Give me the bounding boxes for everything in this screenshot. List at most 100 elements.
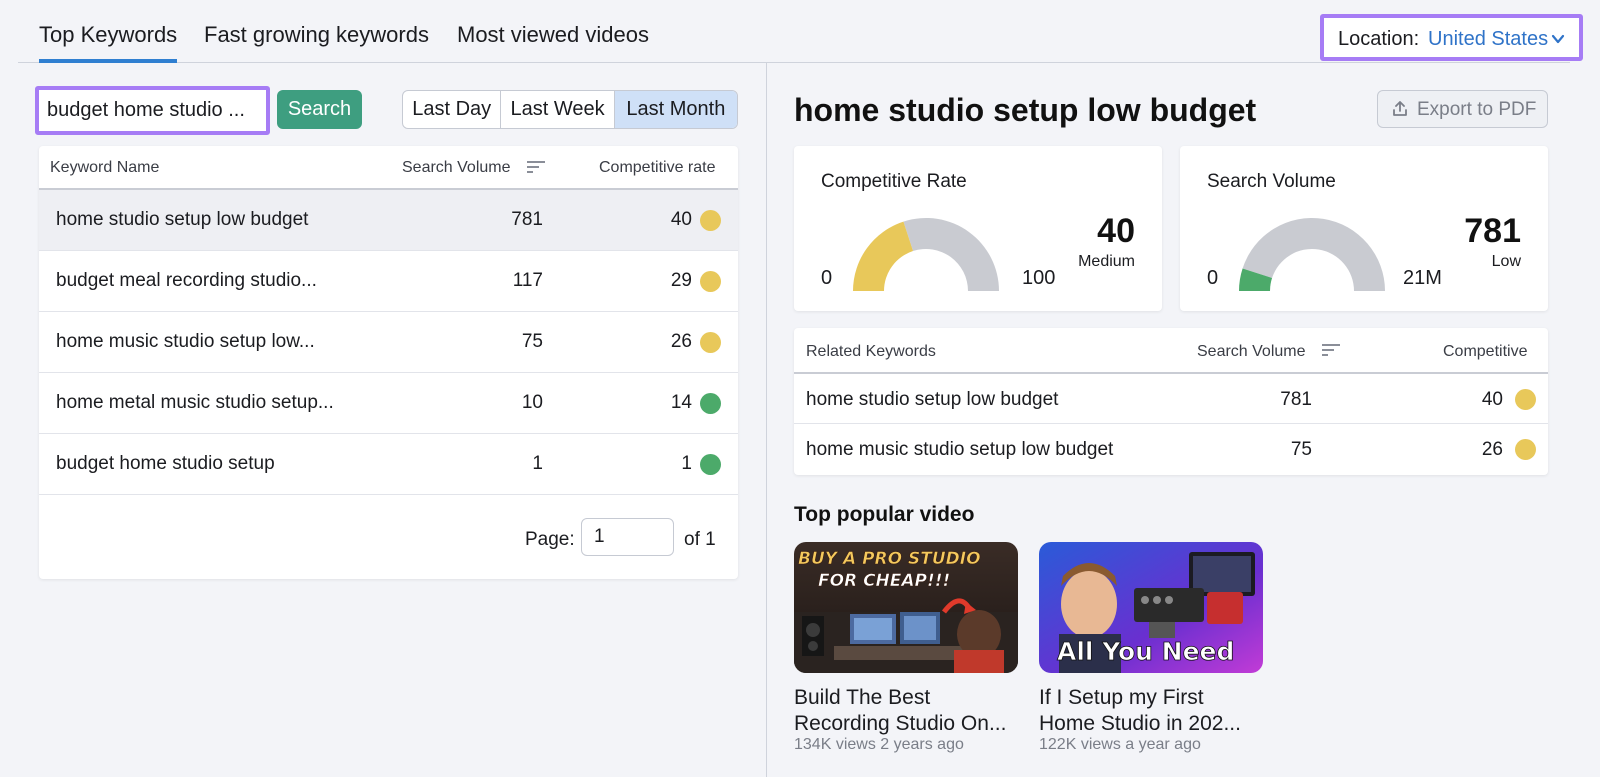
- gauge-track: [903, 218, 999, 291]
- competitive-rate-value: 26: [670, 331, 692, 352]
- time-range-selector: Last Day Last Week Last Month: [402, 90, 738, 129]
- pane-divider: [766, 63, 767, 777]
- related-keyword-name[interactable]: home studio setup low budget: [806, 389, 1058, 411]
- sort-icon[interactable]: [527, 160, 545, 174]
- range-last-week[interactable]: Last Week: [501, 91, 615, 128]
- related-keyword-name[interactable]: home music studio setup low budget: [806, 439, 1113, 461]
- competitive-rate-card: Competitive Rate 0 100 40 Medium: [794, 146, 1162, 311]
- card-title: Competitive Rate: [821, 171, 967, 192]
- gauge-min: 0: [821, 267, 833, 289]
- video-title-line[interactable]: Recording Studio On...: [794, 711, 1024, 737]
- table-row[interactable]: budget home studio setup 1 1: [39, 434, 738, 495]
- keyword-title: home studio setup low budget: [794, 92, 1257, 128]
- related-keywords-header: Related Keywords Search Volume Competiti…: [794, 328, 1548, 374]
- search-volume-value: 117: [512, 270, 543, 291]
- gear-thumbnail-image: All You Need: [1039, 542, 1263, 673]
- page-number-input[interactable]: [581, 518, 674, 556]
- search-volume-value: 75: [1290, 439, 1312, 460]
- search-field[interactable]: [35, 86, 270, 135]
- gauge-min: 0: [1207, 267, 1219, 289]
- competitive-rate-value: 40: [670, 209, 692, 230]
- status-dot: [700, 332, 721, 353]
- table-row[interactable]: home studio setup low budget 781 40: [39, 190, 738, 251]
- status-dot: [700, 454, 721, 475]
- export-to-pdf-button[interactable]: Export to PDF: [1377, 90, 1548, 128]
- video-title[interactable]: Build The Best Recording Studio On...: [794, 685, 1024, 737]
- search-volume-value: 781: [511, 209, 543, 230]
- col-search-volume[interactable]: Search Volume: [1197, 343, 1306, 361]
- location-label: Location:: [1338, 28, 1420, 50]
- search-button[interactable]: Search: [277, 90, 362, 129]
- col-competitive-rate[interactable]: Competitive rate: [599, 159, 716, 177]
- top-popular-video-heading: Top popular video: [794, 503, 975, 526]
- gauge-max: 100: [1022, 267, 1056, 289]
- search-volume-value: 781: [1280, 389, 1312, 410]
- col-keyword-name[interactable]: Keyword Name: [50, 159, 159, 177]
- competitive-rate-value: 1: [681, 453, 692, 474]
- search-volume-value: 10: [521, 392, 543, 413]
- sort-icon[interactable]: [1322, 343, 1340, 357]
- video-thumbnail[interactable]: BUY A PRO STUDIO FOR CHEAP!!!: [794, 542, 1018, 673]
- competitive-value: 26: [1481, 439, 1503, 460]
- table-row[interactable]: home studio setup low budget 781 40: [794, 374, 1548, 424]
- pager-total: of 1: [684, 529, 716, 550]
- competitive-rate-value: 29: [670, 270, 692, 291]
- gauge-max: 21M: [1403, 267, 1442, 289]
- range-last-day[interactable]: Last Day: [403, 91, 502, 128]
- video-title-line[interactable]: If I Setup my First: [1039, 685, 1269, 711]
- thumbnail-text-1: BUY A PRO STUDIO: [798, 549, 981, 569]
- location-value[interactable]: United States: [1428, 28, 1548, 51]
- related-keywords-table: Related Keywords Search Volume Competiti…: [794, 328, 1548, 475]
- range-last-month[interactable]: Last Month: [614, 91, 737, 128]
- competitive-rate-level: Medium: [1078, 253, 1135, 270]
- video-title[interactable]: If I Setup my First Home Studio in 202..…: [1039, 685, 1269, 737]
- search-volume-card: Search Volume 0 21M 781 Low: [1180, 146, 1548, 311]
- keyword-table: Keyword Name Search Volume Competitive r…: [39, 146, 738, 579]
- table-row[interactable]: budget meal recording studio... 117 29: [39, 251, 738, 312]
- keyword-name[interactable]: home music studio setup low...: [56, 331, 315, 353]
- export-icon: [1393, 101, 1407, 116]
- gauge-fill: [853, 221, 914, 291]
- keyword-name[interactable]: home studio setup low budget: [56, 209, 308, 231]
- pager-label: Page:: [525, 529, 575, 550]
- competitive-value: 40: [1481, 389, 1503, 410]
- video-meta: 134K views 2 years ago: [794, 736, 964, 753]
- search-volume-value: 1: [532, 453, 543, 474]
- thumbnail-text-1: All You Need: [1057, 637, 1234, 666]
- col-related-keywords[interactable]: Related Keywords: [806, 343, 936, 361]
- search-volume-value: 781: [1464, 212, 1521, 250]
- tab-most-viewed-videos[interactable]: Most viewed videos: [457, 22, 649, 59]
- col-search-volume[interactable]: Search Volume: [402, 159, 511, 177]
- keyword-name[interactable]: budget home studio setup: [56, 453, 275, 475]
- status-dot: [1515, 439, 1536, 460]
- export-label: Export to PDF: [1417, 99, 1537, 120]
- tab-fast-growing-keywords[interactable]: Fast growing keywords: [204, 22, 429, 59]
- keyword-name[interactable]: budget meal recording studio...: [56, 270, 317, 292]
- status-dot: [700, 393, 721, 414]
- status-dot: [700, 210, 721, 231]
- studio-thumbnail-image: BUY A PRO STUDIO FOR CHEAP!!!: [794, 542, 1018, 673]
- video-title-line[interactable]: Home Studio in 202...: [1039, 711, 1269, 737]
- search-volume-level: Low: [1491, 253, 1521, 270]
- thumbnail-text-2: FOR CHEAP!!!: [818, 571, 950, 591]
- col-competitive[interactable]: Competitive: [1443, 343, 1527, 361]
- competitive-rate-value: 40: [1097, 212, 1135, 250]
- table-row[interactable]: home music studio setup low... 75 26: [39, 312, 738, 373]
- search-volume-value: 75: [521, 331, 543, 352]
- table-row[interactable]: home music studio setup low budget 75 26: [794, 424, 1548, 474]
- competitive-rate-value: 14: [670, 392, 692, 413]
- table-row[interactable]: home metal music studio setup... 10 14: [39, 373, 738, 434]
- keyword-table-header: Keyword Name Search Volume Competitive r…: [39, 146, 738, 190]
- competitive-rate-gauge: [853, 218, 999, 291]
- keyword-name[interactable]: home metal music studio setup...: [56, 392, 334, 414]
- search-input[interactable]: [47, 94, 257, 127]
- status-dot: [700, 271, 721, 292]
- tab-top-keywords[interactable]: Top Keywords: [39, 22, 178, 63]
- location-selector[interactable]: Location: United States: [1320, 14, 1583, 61]
- status-dot: [1515, 389, 1536, 410]
- card-title: Search Volume: [1207, 171, 1336, 192]
- chevron-down-icon[interactable]: [1550, 31, 1566, 47]
- video-meta: 122K views a year ago: [1039, 736, 1201, 753]
- video-thumbnail[interactable]: All You Need: [1039, 542, 1263, 673]
- video-title-line[interactable]: Build The Best: [794, 685, 1024, 711]
